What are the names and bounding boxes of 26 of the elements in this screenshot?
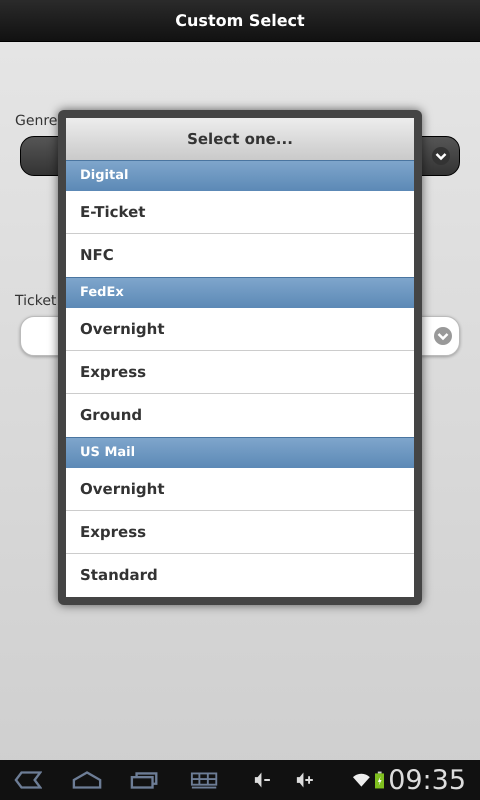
- recent-apps-icon[interactable]: [130, 770, 158, 790]
- option-item[interactable]: Overnight: [66, 308, 414, 351]
- group-header: US Mail: [66, 437, 414, 468]
- chevron-down-icon: [431, 146, 451, 166]
- chevron-down-icon: [433, 326, 453, 346]
- option-item[interactable]: Express: [66, 351, 414, 394]
- home-icon[interactable]: [72, 770, 102, 790]
- option-item[interactable]: Overnight: [66, 468, 414, 511]
- option-item[interactable]: Express: [66, 511, 414, 554]
- wifi-icon: [352, 772, 371, 788]
- option-item[interactable]: Standard: [66, 554, 414, 597]
- popup-title: Select one...: [187, 128, 293, 150]
- clock-time: 09:35: [388, 766, 466, 794]
- page-title: Custom Select: [175, 10, 305, 32]
- group-header: Digital: [66, 160, 414, 191]
- option-item[interactable]: NFC: [66, 234, 414, 277]
- option-item[interactable]: Ground: [66, 394, 414, 437]
- option-item[interactable]: E-Ticket: [66, 191, 414, 234]
- group-header: FedEx: [66, 277, 414, 308]
- back-icon[interactable]: [14, 770, 42, 790]
- field-label: Ticket: [15, 292, 56, 310]
- field-label: Genre: [15, 112, 58, 130]
- volume-down-icon[interactable]: [252, 770, 272, 790]
- volume-up-icon[interactable]: [295, 770, 314, 790]
- battery-icon: [374, 771, 384, 789]
- grid-icon[interactable]: [190, 770, 218, 790]
